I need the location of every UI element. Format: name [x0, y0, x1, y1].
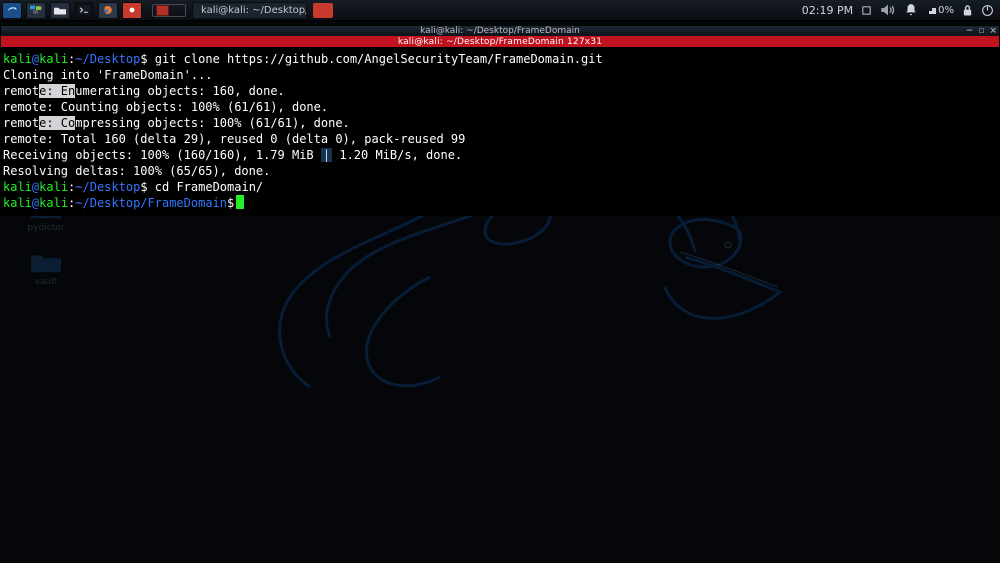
window-tabbar[interactable]: kali@kali: ~/Desktop/FrameDomain 127x31 — [1, 36, 999, 47]
out: 1.20 MiB/s, done. — [332, 148, 462, 162]
minimize-button[interactable]: − — [966, 27, 974, 36]
out: Receiving objects: 100% (160/160), 1.79 … — [3, 148, 321, 162]
squares-icon — [30, 5, 42, 15]
prompt-host: kali — [39, 196, 68, 210]
menu-button[interactable] — [2, 2, 22, 19]
task-button[interactable] — [313, 3, 333, 18]
icon-label: vault — [35, 277, 58, 287]
out-highlight: e: En — [39, 84, 75, 98]
prompt-user: kali — [3, 180, 32, 194]
folder-icon — [31, 249, 61, 273]
terminal[interactable]: kali@kali:~/Desktop$ git clone https://g… — [1, 47, 999, 215]
out: remote: Total 160 (delta 29), reused 0 (… — [3, 132, 465, 146]
cmd: git clone https://github.com/AngelSecuri… — [148, 52, 603, 66]
battery-pct: 0% — [938, 5, 954, 16]
out-highlight: e: Co — [39, 116, 75, 130]
close-button[interactable]: × — [989, 27, 997, 36]
out: remot — [3, 84, 39, 98]
out: remote: Counting objects: 100% (61/61), … — [3, 100, 328, 114]
app-launcher[interactable] — [122, 2, 142, 19]
launchers: kali@kali: ~/Desktop/Fr... — [0, 0, 333, 20]
out: Cloning into 'FrameDomain'... — [3, 68, 213, 82]
prompt-path: ~/Desktop — [75, 52, 140, 66]
app-files[interactable] — [50, 2, 70, 19]
volume-icon[interactable] — [880, 3, 896, 17]
cmd: cd FrameDomain/ — [148, 180, 264, 194]
out-pipe: | — [321, 148, 332, 162]
icon-vault[interactable]: vault — [10, 245, 82, 291]
window-titlebar[interactable]: kali@kali: ~/Desktop/FrameDomain − ▫ × — [1, 26, 999, 36]
kali-icon — [6, 4, 18, 16]
battery-icon — [926, 6, 936, 14]
prompt-host: kali — [39, 52, 68, 66]
maximize-button[interactable]: ▫ — [978, 27, 984, 36]
firefox-icon — [102, 4, 114, 16]
clock: 02:19 PM — [802, 4, 853, 17]
app-folders[interactable] — [26, 2, 46, 19]
window-title: kali@kali: ~/Desktop/FrameDomain — [420, 26, 580, 36]
task-label: kali@kali: ~/Desktop/Fr... — [201, 5, 307, 16]
window-controls: − ▫ × — [966, 26, 997, 36]
square-icon — [861, 5, 872, 16]
lock-icon[interactable] — [962, 4, 973, 17]
app-terminal[interactable] — [74, 2, 94, 19]
prompt-dollar: $ — [227, 196, 234, 210]
out: mpressing objects: 100% (61/61), done. — [75, 116, 350, 130]
out: Resolving deltas: 100% (65/65), done. — [3, 164, 270, 178]
prompt-user: kali — [3, 52, 32, 66]
files-icon — [54, 5, 66, 15]
cursor — [236, 195, 244, 209]
prompt-dollar: $ — [140, 52, 147, 66]
dot-icon — [128, 6, 136, 14]
prompt-dollar: $ — [140, 180, 147, 194]
workspace-switcher[interactable] — [152, 4, 186, 17]
out: umerating objects: 160, done. — [75, 84, 285, 98]
task-terminal[interactable]: kali@kali: ~/Desktop/Fr... — [192, 2, 307, 19]
bell-icon[interactable] — [904, 3, 918, 17]
icon-label: pydictor — [28, 223, 65, 233]
out: remot — [3, 116, 39, 130]
power-icon[interactable] — [981, 4, 994, 17]
prompt-user: kali — [3, 196, 32, 210]
window-frame: kali@kali: ~/Desktop/FrameDomain − ▫ × k… — [0, 25, 1000, 216]
active-tab[interactable]: kali@kali: ~/Desktop/FrameDomain 127x31 — [398, 37, 602, 47]
prompt-host: kali — [39, 180, 68, 194]
prompt-path: ~/Desktop — [75, 180, 140, 194]
prompt-path: ~/Desktop/FrameDomain — [75, 196, 227, 210]
terminal-icon — [78, 5, 90, 15]
taskbar[interactable]: kali@kali: ~/Desktop/Fr... 02:19 PM 0% — [0, 0, 1000, 21]
terminal-window[interactable]: kali@kali: ~/Desktop/FrameDomain − ▫ × k… — [0, 25, 1000, 216]
app-firefox[interactable] — [98, 2, 118, 19]
taskbar-tray: 02:19 PM 0% — [802, 3, 1000, 17]
